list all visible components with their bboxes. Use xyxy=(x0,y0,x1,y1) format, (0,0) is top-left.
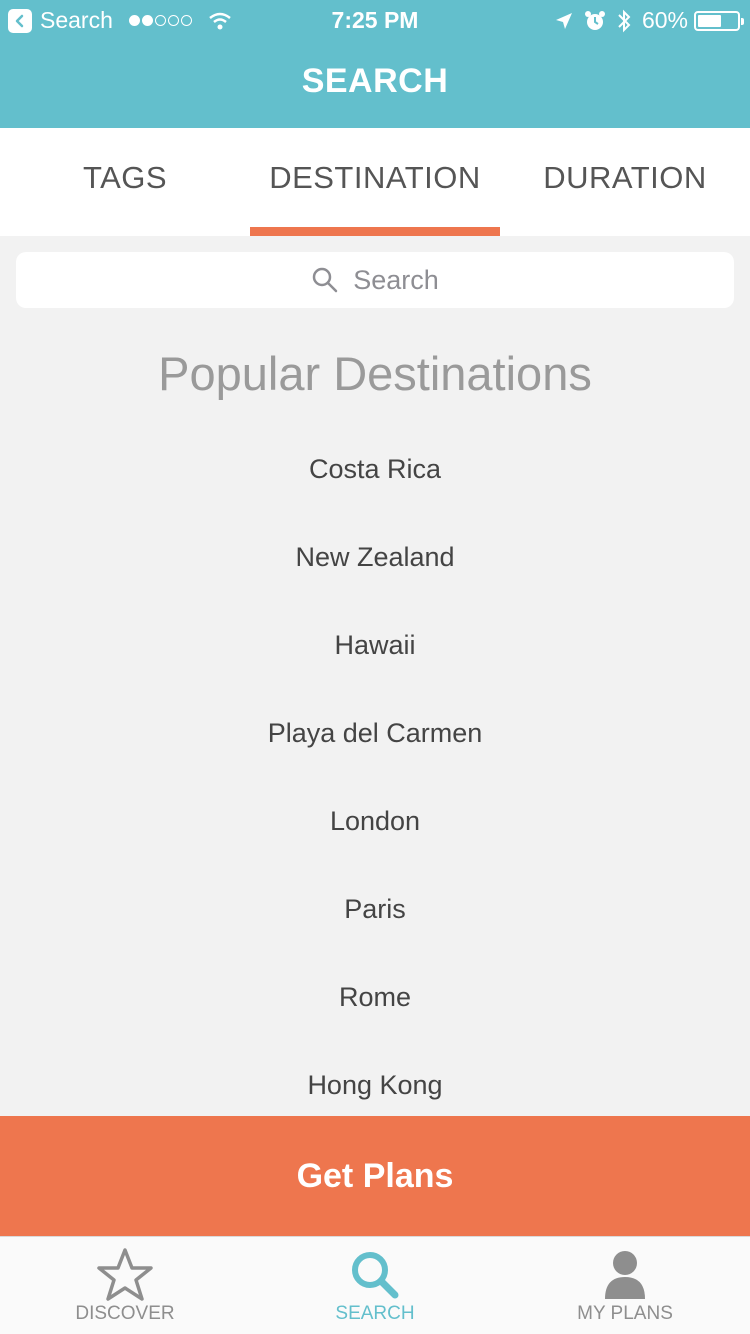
destination-item[interactable]: Paris xyxy=(0,865,750,953)
tab-destination[interactable]: DESTINATION xyxy=(250,128,500,236)
segment-tabs: TAGS DESTINATION DURATION xyxy=(0,128,750,236)
location-arrow-icon xyxy=(555,12,572,29)
get-plans-button[interactable]: Get Plans xyxy=(0,1116,750,1236)
popular-destinations-title: Popular Destinations xyxy=(158,347,592,400)
tab-tags[interactable]: TAGS xyxy=(0,128,250,236)
tabbar-label-discover: DISCOVER xyxy=(75,1303,175,1324)
destination-item[interactable]: New Zealand xyxy=(0,513,750,601)
tab-duration[interactable]: DURATION xyxy=(500,128,750,236)
tabbar-label-my-plans: MY PLANS xyxy=(577,1303,673,1324)
destination-item[interactable]: Playa del Carmen xyxy=(0,689,750,777)
bottom-tab-bar: DISCOVER SEARCH MY PLANS xyxy=(0,1236,750,1334)
battery-level-fill xyxy=(698,14,721,27)
alarm-icon xyxy=(584,10,605,30)
destination-item[interactable]: Costa Rica xyxy=(0,425,750,513)
search-icon xyxy=(312,267,338,293)
battery-percent: 60% xyxy=(641,7,688,33)
app-header: Search 7:25 PM 60% SEARCH xyxy=(0,0,750,128)
status-right: 60% xyxy=(544,7,744,34)
destination-item[interactable]: Hawaii xyxy=(0,601,750,689)
tabbar-item-discover[interactable]: DISCOVER xyxy=(0,1237,250,1334)
status-bar: Search 7:25 PM 60% xyxy=(0,0,750,40)
tabbar-item-search[interactable]: SEARCH xyxy=(250,1237,500,1334)
destination-item[interactable]: London xyxy=(0,777,750,865)
bluetooth-icon xyxy=(618,9,631,32)
search-input[interactable]: Search xyxy=(16,252,734,308)
person-icon xyxy=(605,1251,645,1299)
search-icon xyxy=(352,1252,399,1299)
battery-icon xyxy=(694,10,744,31)
destination-item[interactable]: Rome xyxy=(0,953,750,1041)
tabbar-label-search: SEARCH xyxy=(335,1303,415,1324)
tabbar-item-my-plans[interactable]: MY PLANS xyxy=(500,1237,750,1334)
destination-list: Costa Rica New Zealand Hawaii Playa del … xyxy=(0,425,750,1129)
search-placeholder: Search xyxy=(353,264,439,295)
star-icon xyxy=(97,1248,153,1301)
page-title: SEARCH xyxy=(301,62,449,100)
